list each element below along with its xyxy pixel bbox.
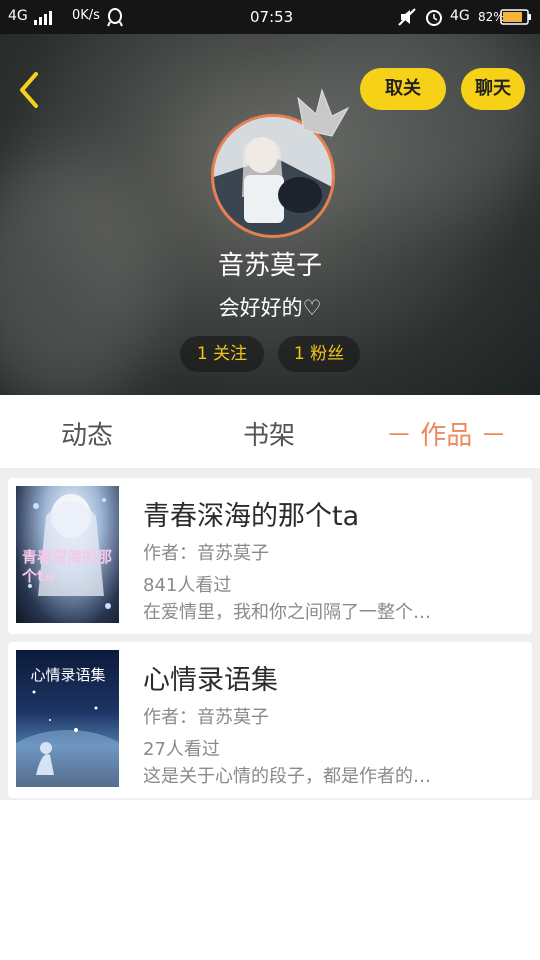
tab-activity[interactable]: 动态 — [61, 415, 113, 452]
book-cover: 青春深海的那个ta — [16, 486, 119, 623]
tab-bookshelf[interactable]: 书架 — [243, 415, 295, 452]
crown-icon — [297, 88, 350, 137]
book-excerpt: 这是关于心情的段子，都是作者的… — [143, 766, 431, 787]
back-button[interactable] — [14, 70, 46, 110]
profile-header: 取关 聊天 音苏莫子 会好好的♡ 1 关注 1 粉丝 — [0, 34, 540, 395]
book-author: 作者：音苏莫子 — [143, 707, 269, 728]
chat-button[interactable]: 聊天 — [461, 68, 525, 110]
book-author: 作者：音苏莫子 — [143, 543, 269, 564]
book-cover: 心情录语集 — [16, 650, 119, 787]
qq-icon — [107, 8, 123, 27]
list-item[interactable]: 青春深海的那个ta 青春深海的那个ta 作者：音苏莫子 841人看过 在爱情里，… — [8, 478, 532, 634]
book-excerpt: 在爱情里，我和你之间隔了一整个… — [143, 602, 431, 623]
book-title: 青春深海的那个ta — [143, 501, 360, 532]
following-count[interactable]: 1 关注 — [180, 336, 264, 372]
profile-name: 音苏莫子 — [217, 251, 322, 281]
chevron-left-icon — [20, 72, 38, 108]
book-title: 心情录语集 — [143, 665, 278, 696]
signal-icon — [34, 11, 52, 25]
status-bar: 4G 0K/s 07:53 4G 82% — [0, 0, 540, 34]
unfollow-button[interactable]: 取关 — [360, 68, 446, 110]
clock: 07:53 — [250, 8, 294, 26]
works-list: 青春深海的那个ta 青春深海的那个ta 作者：音苏莫子 841人看过 在爱情里，… — [0, 468, 540, 800]
network-type: 4G — [450, 8, 470, 24]
book-views: 841人看过 — [143, 575, 232, 596]
book-cover-title: 心情录语集 — [30, 666, 106, 684]
tab-bar: 动态 书架 － 作品 － — [0, 395, 540, 468]
tab-works[interactable]: － 作品 － — [386, 415, 507, 452]
list-item[interactable]: 心情录语集 心情录语集 作者：音苏莫子 27人看过 这是关于心情的段子，都是作者… — [8, 642, 532, 798]
book-views: 27人看过 — [143, 739, 220, 760]
profile-bio: 会好好的♡ — [218, 296, 322, 320]
battery-icon — [500, 9, 531, 25]
book-cover-title: 青春深海的那个ta — [22, 548, 113, 585]
network-speed: 0K/s — [72, 8, 100, 23]
network-indicator: 4G — [8, 8, 28, 24]
alarm-icon — [426, 10, 442, 26]
mute-icon — [398, 8, 416, 26]
followers-count[interactable]: 1 粉丝 — [278, 336, 360, 372]
